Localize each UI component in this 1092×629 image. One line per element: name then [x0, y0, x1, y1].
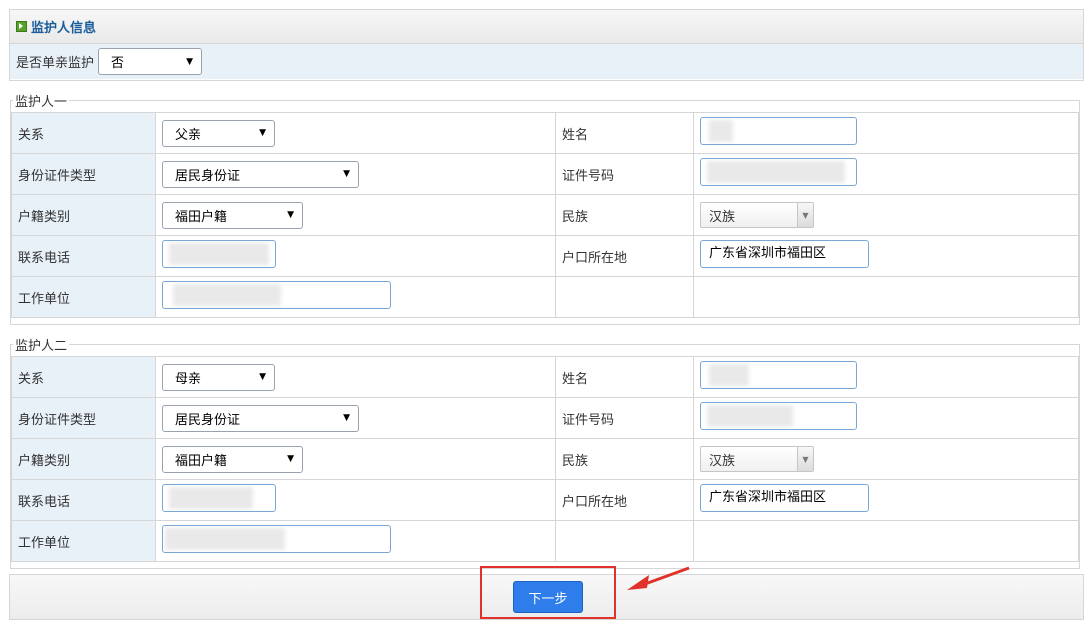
household-type-select[interactable]: 福田户籍 ▼ [162, 201, 303, 229]
arrow-annotation-icon [627, 566, 690, 590]
redaction-blur [169, 487, 253, 509]
empty-cell [555, 520, 694, 562]
guardian-two-table: 关系 母亲 ▼ 姓名 身份证件类型 居民身份证 ▼ 证件号码 户籍类别 福田户籍… [11, 356, 1079, 562]
redaction-blur [173, 284, 281, 306]
household-type-select[interactable]: 福田户籍 ▼ [162, 445, 303, 473]
guardian-two-legend: 监护人二 [15, 339, 68, 354]
dropdown-arrow-icon: ▼ [259, 372, 266, 382]
guardian-one-table: 关系 父亲 ▼ 姓名 身份证件类型 居民身份证 ▼ 证件号码 户籍类别 福田户籍… [11, 112, 1079, 318]
phone-input[interactable] [162, 484, 276, 512]
dropdown-arrow-icon: ▼ [797, 447, 813, 471]
table-row: 户籍类别 福田户籍 ▼ 民族 汉族 ▼ [11, 194, 1079, 236]
panel-header: 监护人信息 [10, 10, 1083, 44]
table-row: 工作单位 [11, 520, 1079, 562]
phone-input[interactable] [162, 240, 276, 268]
relation-value: 父亲 [175, 127, 202, 143]
redaction-blur [709, 364, 749, 386]
dropdown-arrow-icon: ▼ [287, 210, 294, 220]
relation-select[interactable]: 母亲 ▼ [162, 363, 275, 391]
dropdown-arrow-icon: ▼ [259, 128, 266, 138]
household-type-label: 户籍类别 [11, 194, 156, 236]
ethnicity-select[interactable]: 汉族 ▼ [700, 446, 814, 472]
relation-value: 母亲 [175, 371, 202, 387]
ethnicity-value: 汉族 [709, 453, 736, 469]
household-location-input[interactable]: 广东省深圳市福田区 [700, 240, 869, 268]
id-number-input[interactable] [700, 402, 857, 430]
name-label: 姓名 [555, 356, 694, 398]
household-type-label: 户籍类别 [11, 438, 156, 480]
id-number-input[interactable] [700, 158, 857, 186]
name-input[interactable] [700, 361, 857, 389]
expand-arrow-icon[interactable] [16, 21, 27, 32]
relation-label: 关系 [11, 112, 156, 154]
id-type-label: 身份证件类型 [11, 153, 156, 195]
redaction-blur [709, 120, 733, 142]
phone-label: 联系电话 [11, 479, 156, 521]
single-custody-row: 是否单亲监护 否 ▼ [10, 44, 1083, 79]
table-row: 联系电话 户口所在地 广东省深圳市福田区 [11, 479, 1079, 521]
ethnicity-label: 民族 [555, 438, 694, 480]
table-row: 关系 母亲 ▼ 姓名 [11, 356, 1079, 398]
single-custody-label: 是否单亲监护 [16, 56, 95, 71]
id-type-value: 居民身份证 [175, 412, 241, 428]
phone-label: 联系电话 [11, 235, 156, 277]
workplace-input[interactable] [162, 281, 391, 309]
empty-cell [555, 276, 694, 318]
guardian-info-panel: 监护人信息 是否单亲监护 否 ▼ [9, 9, 1084, 81]
guardian-one-section: 监护人一 关系 父亲 ▼ 姓名 身份证件类型 居民身份证 ▼ 证件号码 户籍类别… [10, 91, 1080, 325]
name-label: 姓名 [555, 112, 694, 154]
empty-cell [693, 276, 1079, 318]
single-custody-select[interactable]: 否 ▼ [98, 48, 203, 75]
dropdown-arrow-icon: ▼ [287, 454, 294, 464]
ethnicity-value: 汉族 [709, 209, 736, 225]
household-location-input[interactable]: 广东省深圳市福田区 [700, 484, 869, 512]
single-custody-value: 否 [111, 56, 125, 71]
workplace-label: 工作单位 [11, 276, 156, 318]
household-type-value: 福田户籍 [175, 453, 228, 469]
relation-label: 关系 [11, 356, 156, 398]
relation-select[interactable]: 父亲 ▼ [162, 119, 275, 147]
empty-cell [693, 520, 1079, 562]
table-row: 联系电话 户口所在地 广东省深圳市福田区 [11, 235, 1079, 277]
table-row: 身份证件类型 居民身份证 ▼ 证件号码 [11, 153, 1079, 195]
panel-title: 监护人信息 [31, 21, 97, 36]
dropdown-arrow-icon: ▼ [797, 203, 813, 227]
table-row: 关系 父亲 ▼ 姓名 [11, 112, 1079, 154]
id-type-label: 身份证件类型 [11, 397, 156, 439]
table-row: 户籍类别 福田户籍 ▼ 民族 汉族 ▼ [11, 438, 1079, 480]
id-type-select[interactable]: 居民身份证 ▼ [162, 160, 359, 188]
id-number-label: 证件号码 [555, 397, 694, 439]
table-row: 身份证件类型 居民身份证 ▼ 证件号码 [11, 397, 1079, 439]
redaction-blur [169, 243, 269, 265]
id-type-select[interactable]: 居民身份证 ▼ [162, 404, 359, 432]
guardian-one-legend: 监护人一 [15, 95, 68, 110]
workplace-input[interactable] [162, 525, 391, 553]
highlight-box-annotation [480, 566, 616, 619]
household-type-value: 福田户籍 [175, 209, 228, 225]
id-number-label: 证件号码 [555, 153, 694, 195]
household-location-label: 户口所在地 [555, 479, 694, 521]
ethnicity-label: 民族 [555, 194, 694, 236]
name-input[interactable] [700, 117, 857, 145]
dropdown-arrow-icon: ▼ [343, 169, 350, 179]
dropdown-arrow-icon: ▼ [343, 413, 350, 423]
redaction-blur [165, 528, 285, 550]
id-type-value: 居民身份证 [175, 168, 241, 184]
ethnicity-select[interactable]: 汉族 ▼ [700, 202, 814, 228]
workplace-label: 工作单位 [11, 520, 156, 562]
redaction-blur [707, 405, 793, 427]
guardian-two-section: 监护人二 关系 母亲 ▼ 姓名 身份证件类型 居民身份证 ▼ 证件号码 户籍类别… [10, 335, 1080, 569]
household-location-label: 户口所在地 [555, 235, 694, 277]
dropdown-arrow-icon: ▼ [186, 56, 194, 67]
redaction-blur [707, 161, 845, 183]
table-row: 工作单位 [11, 276, 1079, 318]
